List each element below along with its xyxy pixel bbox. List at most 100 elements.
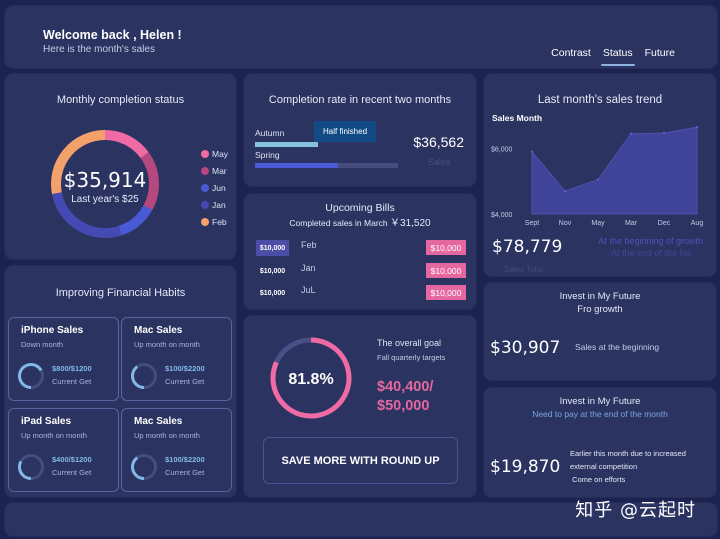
habit-card-ipad[interactable]: iPad Sales Up month on month $400/$1200 … [8, 408, 119, 492]
x-tick-label: Aug [691, 220, 704, 227]
upcoming-bills-card: Upcoming Bills Completed sales in March … [244, 194, 476, 309]
monthly-amount: $35,914 [63, 168, 147, 192]
goal-value-current: $40,400/ [377, 379, 434, 395]
tab-future[interactable]: Future [639, 47, 681, 65]
sales-area [531, 126, 698, 215]
habit-value: $400/$1200 [52, 455, 92, 464]
legend-dot [201, 183, 209, 192]
legend-label: Jan [212, 200, 226, 211]
half-finished-tooltip: Half finished [314, 121, 377, 142]
bar-label-spring: Spring [255, 150, 280, 160]
goal-value: $40,400/ $50,000 [377, 378, 433, 416]
invest1-title: Invest in My Future Fro growth [484, 291, 716, 316]
data-point-may[interactable] [596, 178, 600, 181]
data-point-dec[interactable] [662, 131, 666, 135]
monthly-title: Monthly completion status [56, 94, 185, 106]
legend-dot [201, 166, 209, 175]
data-point-nov[interactable] [563, 189, 567, 193]
bill-right-amount: $10,000 [426, 263, 466, 278]
habit-subtitle: Up month on month [21, 431, 87, 440]
bill-month: Jan [301, 263, 316, 273]
habit-value: $100/$2200 [165, 364, 205, 373]
progress-bar-spring [255, 163, 398, 168]
rate-amount-label: Sales [428, 157, 451, 167]
trend-note-growth: At the beginning of growth [598, 236, 703, 246]
donut-legend: May Mar Jun Jan Feb [201, 145, 228, 231]
legend-item-may[interactable]: May [201, 145, 228, 162]
monthly-completion-card: Monthly completion status $35,914 Last y… [5, 74, 236, 259]
goal-subtitle: Fall quarterly targets [377, 353, 446, 362]
financial-habits-card: Improving Financial Habits iPhone Sales … [5, 266, 236, 497]
habit-name: Mac Sales [134, 325, 183, 336]
invest1-amount: $30,907 [490, 338, 561, 358]
habit-card-iphone[interactable]: iPhone Sales Down month $800/$1200 Curre… [8, 317, 119, 401]
trend-note-fall: At the end of the fall [610, 248, 691, 258]
habit-card-mac[interactable]: Mac Sales Up month on month $100/$2200 C… [121, 317, 232, 401]
donut-segment-jun[interactable] [118, 204, 153, 236]
tab-bar: Contrast Status Future [545, 47, 681, 66]
x-tick-label: May [591, 220, 605, 227]
progress-ring [18, 454, 44, 480]
bill-row[interactable]: $10,000 Jan $10,000 [256, 263, 466, 280]
donut-segment-may[interactable] [104, 130, 149, 159]
x-tick-label: Dec [658, 220, 671, 227]
ring-fill [18, 460, 32, 480]
invest1-heading: Invest in My Future [559, 291, 641, 302]
legend-item-jun[interactable]: Jun [201, 179, 228, 196]
bill-left-amount: $10,000 [259, 267, 286, 275]
progress-ring [18, 363, 44, 389]
rate-amount: $36,562 [413, 134, 464, 150]
bill-left-amount: $10,000 [256, 240, 289, 256]
habit-name: iPhone Sales [21, 325, 84, 336]
x-tick-label: Mar [625, 220, 638, 227]
progress-fill [255, 163, 338, 168]
data-point-sept[interactable] [530, 150, 534, 153]
invest1-label: Sales at the beginning [575, 342, 660, 352]
goal-title: The overall goal [377, 338, 442, 348]
tab-status[interactable]: Status [597, 47, 639, 66]
bill-row[interactable]: $10,000 JuL $10,000 [256, 285, 466, 302]
habit-card-mac-2[interactable]: Mac Sales Up month on month $100/$2200 C… [121, 408, 232, 492]
welcome-title: Welcome back , Helen ! [43, 28, 182, 42]
bill-right-amount: $10,000 [426, 240, 466, 255]
bills-title: Upcoming Bills [325, 202, 395, 214]
progress-ring [131, 363, 157, 389]
invest-growth-card: Invest in My Future Fro growth $30,907 S… [484, 283, 716, 380]
save-more-round-up-button[interactable]: SAVE MORE WITH ROUND UP [263, 437, 458, 484]
legend-dot [201, 149, 209, 158]
rate-title: Completion rate in recent two months [268, 94, 452, 106]
legend-item-jan[interactable]: Jan [201, 197, 228, 214]
legend-label: May [212, 148, 229, 159]
legend-label: Feb [212, 217, 227, 228]
invest2-title: Invest in My Future [559, 396, 641, 407]
habit-name: Mac Sales [134, 416, 183, 427]
watermark: 知乎 @云起时 [575, 500, 696, 521]
legend-item-mar[interactable]: Mar [201, 162, 228, 179]
legend-item-feb[interactable]: Feb [201, 214, 228, 231]
bills-subtitle-value: ￥31,520 [390, 218, 431, 229]
sales-total-label: Sales Total [504, 265, 543, 274]
invest2-amount: $19,870 [490, 457, 561, 477]
legend-dot [201, 201, 209, 210]
habit-subtitle: Down month [21, 340, 64, 349]
bills-subtitle-text: Completed sales in March [289, 218, 388, 228]
tab-contrast[interactable]: Contrast [545, 47, 597, 65]
sales-trend-card: Last month's sales trend Sales Month $4,… [484, 74, 716, 276]
legend-dot [201, 218, 209, 227]
habit-name: iPad Sales [21, 416, 72, 427]
habits-title: Improving Financial Habits [55, 287, 186, 299]
habit-label: Current Get [52, 377, 92, 386]
y-tick-label: $6,000 [491, 146, 513, 153]
legend-label: Mar [212, 165, 227, 176]
invest2-line: Come on efforts [570, 475, 626, 484]
overall-goal-card: 81.8% The overall goal Fall quarterly ta… [244, 316, 476, 497]
progress-fill [255, 142, 318, 147]
completion-rate-card: Completion rate in recent two months Aut… [244, 74, 476, 186]
data-point-aug[interactable] [695, 125, 699, 129]
data-point-mar[interactable] [629, 132, 633, 135]
habit-value: $800/$1200 [52, 364, 92, 373]
progress-ring [131, 454, 157, 480]
bill-row[interactable]: $10,000 Feb $10,000 [256, 240, 466, 257]
invest1-subheading: Fro growth [577, 303, 623, 315]
invest2-line: external competition [570, 462, 638, 471]
